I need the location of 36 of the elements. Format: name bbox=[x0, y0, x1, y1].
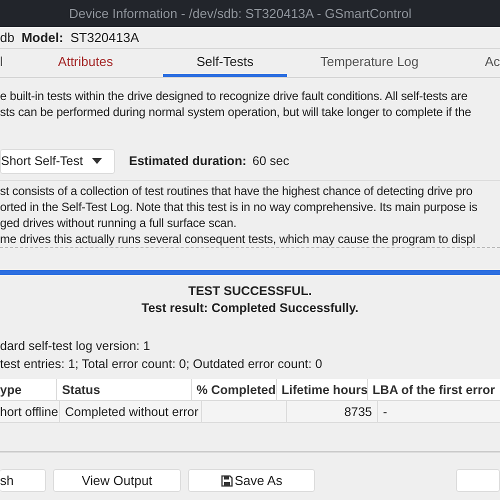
log-info-text: test entries: 1; Total error count: 0; Outdated error count: 0 bbox=[0, 356, 324, 374]
tab[interactable]: Temperature Log bbox=[287, 48, 452, 78]
tab[interactable]: Self-Tests bbox=[163, 48, 287, 78]
table-cell: Completed without error bbox=[60, 401, 202, 422]
tab[interactable]: Ac bbox=[452, 48, 500, 78]
description-text: me drives this actually runs several consequent tests, which may cause the program to displ bbox=[0, 231, 476, 248]
model-label: Model: bbox=[21, 30, 64, 45]
tab[interactable]: l bbox=[0, 48, 8, 78]
model-value: ST320413A bbox=[70, 30, 140, 45]
dialog-button[interactable] bbox=[456, 469, 500, 492]
description-text: orted in the Self-Test Log. Note that this test is in no way comprehensive. Its main purpose is bbox=[0, 199, 478, 216]
description-text: e built-in tests within the drive designed to recognize drive fault conditions. All self-tests are bbox=[0, 88, 468, 104]
log-info-text: dard self-test log version: 1 bbox=[0, 338, 152, 356]
window-title: Device Information - /dev/sdb: ST320413A - GSmartControl bbox=[69, 6, 412, 21]
column-header[interactable]: ype bbox=[0, 379, 57, 400]
device-name: db bbox=[0, 30, 14, 45]
duration-value: 60 sec bbox=[252, 154, 290, 168]
test-type-dropdown[interactable]: Short Self-Test bbox=[0, 148, 115, 174]
description-text: ged drives without running a full surface scan. bbox=[0, 215, 236, 232]
column-header[interactable]: % Completed bbox=[192, 379, 277, 400]
tab[interactable]: Attributes bbox=[8, 48, 163, 78]
description-text: st consists of a collection of test routines that have the highest chance of detecting drive pro bbox=[0, 183, 473, 200]
result-message: Test result: Completed Successfully. bbox=[140, 300, 360, 318]
table-cell: 8735 bbox=[287, 401, 378, 422]
column-header[interactable]: LBA of the first error bbox=[368, 379, 500, 400]
duration-label: Estimated duration: bbox=[129, 154, 246, 168]
column-header[interactable]: Lifetime hours bbox=[276, 379, 368, 400]
table-cell-text: - bbox=[382, 404, 388, 421]
column-header[interactable]: Status bbox=[56, 379, 192, 400]
description-text: sts can be performed during normal system operation, but will take longer to complete if the bbox=[0, 104, 472, 120]
caret-icon bbox=[92, 158, 102, 164]
dialog-button[interactable]: View Output bbox=[53, 469, 181, 492]
save-as-button[interactable]: Save As bbox=[188, 469, 315, 492]
dialog-button[interactable]: sh bbox=[0, 469, 46, 492]
table-cell: hort offline bbox=[0, 401, 60, 422]
result-title: TEST SUCCESSFUL. bbox=[187, 283, 313, 300]
